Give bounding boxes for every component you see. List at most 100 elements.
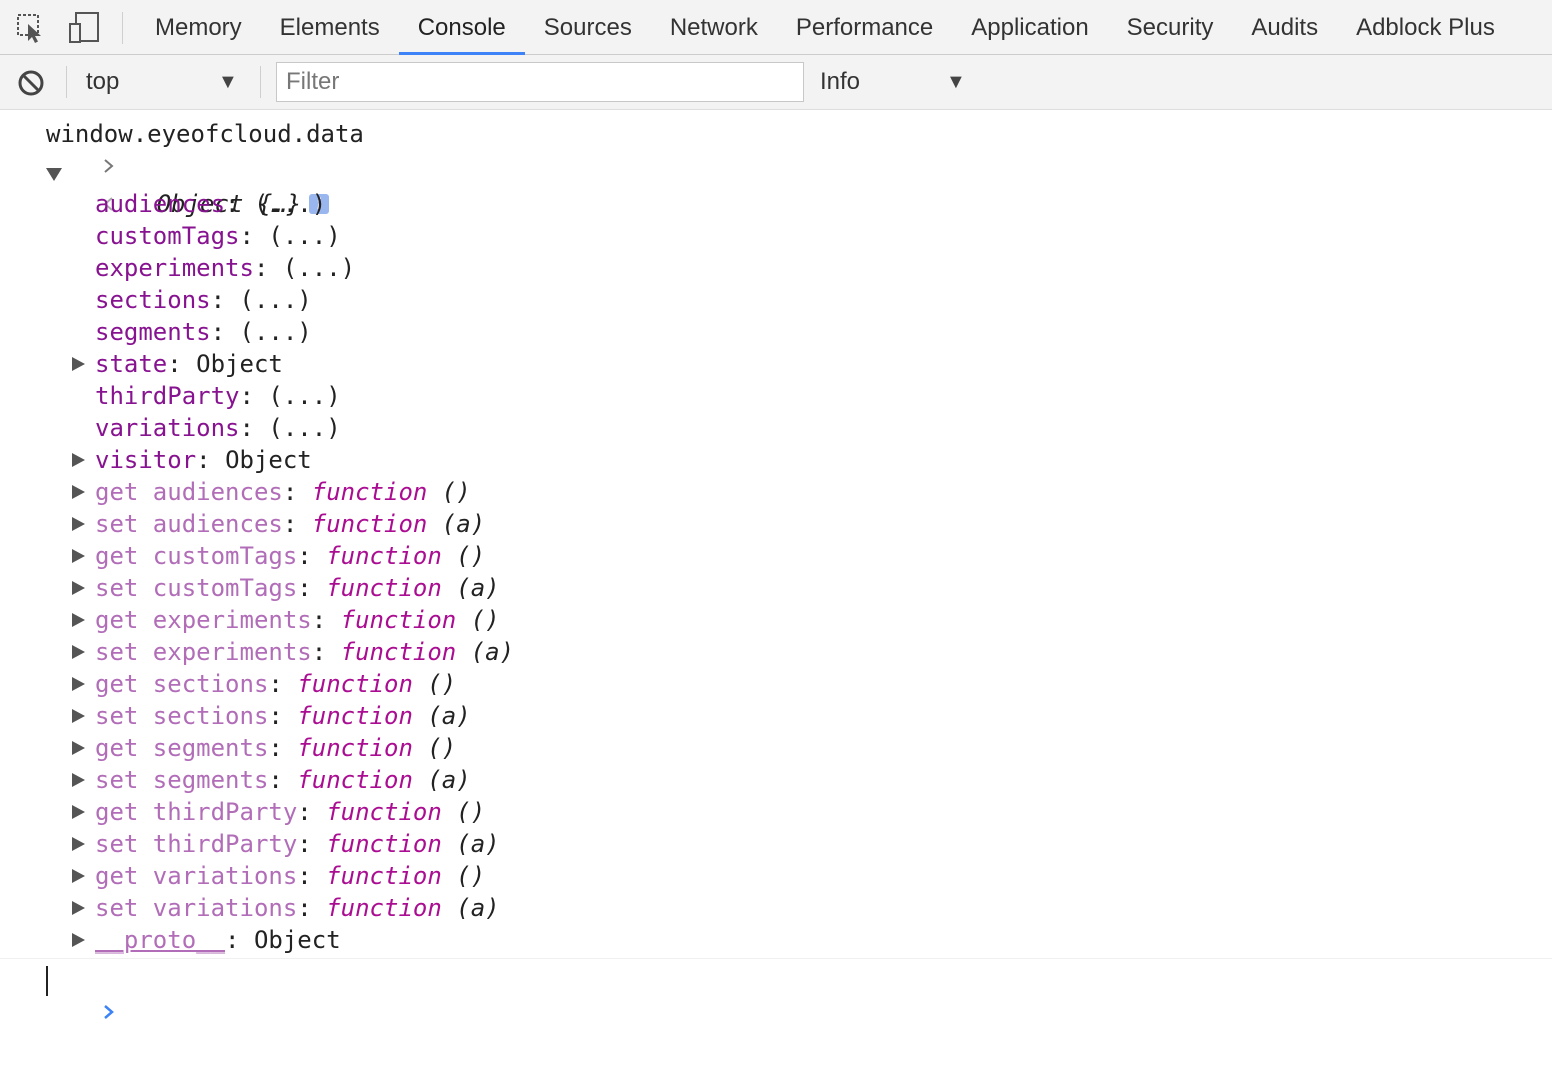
clear-console-icon[interactable]: [16, 68, 46, 98]
property-value[interactable]: (...): [240, 286, 312, 314]
property-row[interactable]: variations: (...): [0, 412, 341, 444]
accessor-row[interactable]: get thirdParty: function (): [0, 796, 485, 828]
context-selector-value: top: [86, 68, 120, 95]
function-args: (): [456, 862, 486, 890]
expand-triangle-icon[interactable]: [72, 741, 85, 755]
accessor-key: get audiences: [95, 478, 283, 506]
property-value[interactable]: (...): [268, 222, 340, 250]
accessor-row[interactable]: get sections: function (): [0, 668, 456, 700]
accessor-row[interactable]: set sections: function (a): [0, 700, 471, 732]
property-value: Object: [196, 350, 283, 378]
property-row[interactable]: visitor: Object: [0, 444, 312, 476]
function-args: (a): [427, 766, 471, 794]
collapse-triangle-icon[interactable]: [46, 168, 62, 181]
accessor-row[interactable]: set variations: function (a): [0, 892, 500, 924]
accessor-row[interactable]: get audiences: function (): [0, 476, 471, 508]
expand-triangle-icon[interactable]: [72, 677, 85, 691]
tab-adblock-plus[interactable]: Adblock Plus: [1337, 0, 1514, 55]
expand-triangle-icon[interactable]: [72, 485, 85, 499]
function-args: (a): [441, 510, 486, 538]
accessor-row[interactable]: set experiments: function (a): [0, 636, 514, 668]
accessor-row[interactable]: get segments: function (): [0, 732, 456, 764]
tab-memory[interactable]: Memory: [136, 0, 261, 55]
tab-sources[interactable]: Sources: [525, 0, 651, 55]
tab-elements[interactable]: Elements: [261, 0, 399, 55]
expand-triangle-icon[interactable]: [72, 357, 85, 371]
log-level-value: Info: [820, 68, 861, 95]
expand-triangle-icon[interactable]: [72, 453, 85, 467]
context-selector[interactable]: top ▼: [86, 62, 242, 102]
function-keyword: function: [340, 638, 457, 666]
accessor-row[interactable]: get variations: function (): [0, 860, 485, 892]
console-prompt[interactable]: [0, 964, 114, 1019]
expand-triangle-icon[interactable]: [72, 773, 85, 787]
property-value: Object: [225, 446, 312, 474]
expand-triangle-icon[interactable]: [72, 581, 85, 595]
accessor-row[interactable]: set customTags: function (a): [0, 572, 500, 604]
tab-security[interactable]: Security: [1108, 0, 1233, 55]
property-row[interactable]: thirdParty: (...): [0, 380, 341, 412]
accessor-key: set variations: [95, 894, 298, 922]
proto-row[interactable]: __proto__: Object: [0, 924, 341, 956]
tab-audits[interactable]: Audits: [1232, 0, 1337, 55]
expand-triangle-icon[interactable]: [72, 549, 85, 563]
console-result-line[interactable]: Object {…} i: [0, 156, 330, 218]
property-row[interactable]: customTags: (...): [0, 220, 341, 252]
accessor-key: get thirdParty: [95, 798, 298, 826]
function-keyword: function: [311, 510, 428, 538]
expand-triangle-icon[interactable]: [72, 805, 85, 819]
function-keyword: function: [326, 862, 442, 890]
property-row[interactable]: experiments: (...): [0, 252, 355, 284]
expand-triangle-icon[interactable]: [72, 613, 85, 627]
property-key: visitor: [95, 446, 197, 474]
tab-application[interactable]: Application: [952, 0, 1107, 55]
property-row[interactable]: audiences: (...): [0, 188, 326, 220]
function-keyword: function: [340, 606, 457, 634]
device-toolbar-icon[interactable]: [68, 12, 99, 44]
expand-triangle-icon[interactable]: [72, 901, 85, 915]
property-row[interactable]: state: Object: [0, 348, 283, 380]
accessor-row[interactable]: set segments: function (a): [0, 764, 471, 796]
accessor-key: set segments: [95, 766, 269, 794]
function-keyword: function: [326, 798, 442, 826]
function-args: (a): [427, 702, 471, 730]
accessor-row[interactable]: set thirdParty: function (a): [0, 828, 500, 860]
function-keyword: function: [297, 766, 413, 794]
property-key: customTags: [95, 222, 240, 250]
function-keyword: function: [326, 894, 442, 922]
inspect-element-icon[interactable]: [16, 12, 46, 44]
property-value[interactable]: (...): [268, 382, 340, 410]
tab-network[interactable]: Network: [651, 0, 777, 55]
filter-input[interactable]: [276, 62, 804, 102]
panel-tabs: Memory Elements Console Sources Network …: [136, 0, 1514, 55]
tab-console[interactable]: Console: [398, 0, 525, 55]
devtools-tab-bar: Memory Elements Console Sources Network …: [0, 0, 1552, 55]
accessor-row[interactable]: get customTags: function (): [0, 540, 485, 572]
property-row[interactable]: sections: (...): [0, 284, 312, 316]
expand-triangle-icon[interactable]: [72, 517, 85, 531]
property-row[interactable]: segments: (...): [0, 316, 312, 348]
expand-triangle-icon[interactable]: [72, 837, 85, 851]
accessor-row[interactable]: get experiments: function (): [0, 604, 500, 636]
console-input-line: window.eyeofcloud.data: [0, 118, 364, 173]
property-value[interactable]: (...): [283, 254, 355, 282]
filter-divider: [260, 66, 261, 98]
function-args: (a): [470, 638, 515, 666]
tab-performance[interactable]: Performance: [777, 0, 952, 55]
property-value[interactable]: (...): [268, 414, 340, 442]
accessor-key: set thirdParty: [95, 830, 298, 858]
function-keyword: function: [297, 734, 413, 762]
property-value[interactable]: (...): [254, 190, 326, 218]
expand-triangle-icon[interactable]: [72, 709, 85, 723]
log-level-selector[interactable]: Info ▼: [820, 62, 970, 102]
property-value[interactable]: (...): [240, 318, 312, 346]
console-output[interactable]: window.eyeofcloud.data Object {…} i audie…: [0, 110, 1552, 1019]
expand-triangle-icon[interactable]: [72, 645, 85, 659]
expand-triangle-icon[interactable]: [72, 933, 85, 947]
function-keyword: function: [297, 702, 413, 730]
accessor-row[interactable]: set audiences: function (a): [0, 508, 485, 540]
expand-triangle-icon[interactable]: [72, 869, 85, 883]
accessor-key: get sections: [95, 670, 269, 698]
toolbar-divider: [122, 12, 123, 44]
accessor-key: set sections: [95, 702, 269, 730]
